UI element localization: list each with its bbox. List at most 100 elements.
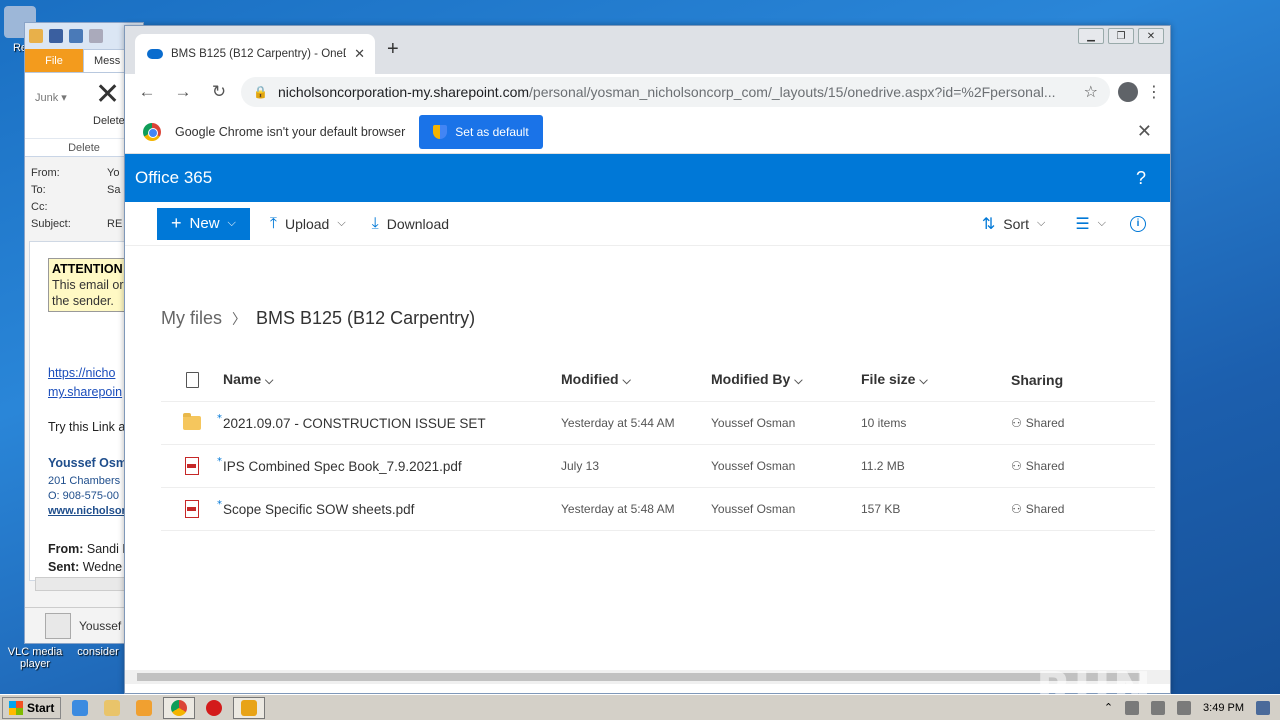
taskbar-ie[interactable] [67,697,93,719]
sharing-text: Shared [1025,459,1065,473]
tab-close-icon[interactable]: ✕ [354,46,365,62]
flag-icon[interactable] [1177,700,1192,715]
junk-button[interactable]: Junk ▾ [35,91,67,104]
back-icon[interactable]: ← [133,78,161,106]
taskbar-chrome[interactable] [163,696,196,719]
url-path: /personal/yosman_nicholsoncorp_com/_layo… [529,84,1056,100]
taskbar-explorer[interactable] [99,697,125,719]
table-row[interactable]: ⁎ IPS Combined Spec Book_7.9.2021.pdf Jul… [161,445,1155,488]
column-sharing-label: Sharing [1011,371,1064,388]
volume-icon[interactable] [1125,700,1140,715]
show-desktop-icon[interactable] [1256,700,1270,715]
file-name[interactable]: ⁎ 2021.09.07 - CONSTRUCTION ISSUE SET [217,410,561,431]
file-type-header[interactable] [161,371,223,388]
column-modified-by-label: Modified By [711,371,791,387]
help-icon[interactable]: ? [1136,168,1160,189]
download-button[interactable]: ⤓ Download [366,215,455,233]
tab-file[interactable]: File [25,49,83,72]
address-bar[interactable]: 🔒 nicholsoncorporation-my.sharepoint.com… [241,77,1110,107]
chrome-logo-icon [143,122,161,141]
file-type-cell [161,500,223,518]
close-button[interactable]: ✕ [1138,28,1164,44]
infobar-close-icon[interactable]: ✕ [1137,121,1152,142]
file-modified-by: Youssef Osman [711,459,796,473]
clock[interactable]: 3:49 PM [1203,702,1244,714]
view-options-button[interactable]: ☰ ⌵ [1069,214,1112,234]
profile-icon[interactable] [1118,82,1138,102]
chevron-down-icon: ⌵ [337,217,346,229]
file-table: Name ⌵ Modified ⌵ Modified By ⌵ File siz… [161,358,1155,531]
forward-icon[interactable]: → [169,78,197,106]
horizontal-scrollbar[interactable] [35,577,125,591]
menu-icon[interactable]: ⋮ [1146,82,1162,102]
file-type-cell [161,457,223,475]
browser-tab[interactable]: BMS B125 (B12 Carpentry) - OneDri ✕ [135,34,375,74]
desktop-icon-consider[interactable]: consider [70,646,126,658]
file-sharing: ⚇ Shared [1011,459,1151,473]
file-size: 11.2 MB [861,459,905,473]
sharepoint-link-continued[interactable]: my.sharepoin [48,385,122,399]
shared-people-icon: ⚇ [1011,459,1022,473]
column-modified-label: Modified [561,371,619,387]
new-button[interactable]: + New ⌵ [157,207,250,240]
file-name[interactable]: ⁎ Scope Specific SOW sheets.pdf [217,496,561,517]
mail-icon[interactable] [29,29,43,43]
start-button[interactable]: Start [2,696,62,719]
set-default-button[interactable]: Set as default [419,114,543,149]
breadcrumb-my-files[interactable]: My files [161,308,222,329]
file-modified-by: Youssef Osman [711,416,796,430]
window-controls: ▁ ❐ ✕ [1078,28,1164,44]
scrollbar-thumb[interactable] [137,673,1140,681]
new-item-icon: ⁎ [217,452,222,464]
column-modified[interactable]: Modified ⌵ [561,371,711,388]
taskbar-media-player[interactable] [131,697,157,719]
bookmark-star-icon[interactable]: ☆ [1084,82,1098,102]
delete-button[interactable]: Delete [93,115,125,127]
signature-website[interactable]: www.nicholsor [48,505,126,517]
quoted-from: From: Sandi K [48,542,131,556]
upload-icon: ⤒ [269,214,277,232]
file-type-icon [185,371,199,388]
to-value[interactable]: Sa [107,182,120,199]
save-icon[interactable] [49,29,63,43]
new-item-icon: ⁎ [217,409,222,421]
file-name-text: Scope Specific SOW sheets.pdf [223,501,415,517]
reload-icon[interactable]: ↻ [205,78,233,106]
desktop-icon-vlc[interactable]: VLC media player [0,646,70,670]
sort-button[interactable]: ⇅ Sort ⌵ [976,214,1051,234]
delete-x-icon[interactable]: ✕ [95,77,120,112]
sharepoint-link[interactable]: https://nicho [48,366,115,380]
outlook-icon [241,699,258,716]
upload-label: Upload [284,215,330,232]
file-name-text: IPS Combined Spec Book_7.9.2021.pdf [223,458,462,474]
taskbar-opera[interactable] [201,697,227,719]
chevron-down-icon: ⌵ [1036,217,1046,229]
file-modified-by: Youssef Osman [711,502,796,516]
column-name[interactable]: Name ⌵ [223,371,561,388]
restore-button[interactable]: ❐ [1108,28,1134,44]
info-icon[interactable]: i [1130,215,1146,232]
column-sharing[interactable]: Sharing [1011,372,1151,388]
column-modified-by[interactable]: Modified By ⌵ [711,371,861,388]
chevron-down-icon: ⌵ [794,375,803,387]
column-file-size[interactable]: File size ⌵ [861,371,1011,388]
table-row[interactable]: ⁎ 2021.09.07 - CONSTRUCTION ISSUE SET Yes… [161,402,1155,445]
quoted-sent: Sent: Wedne [48,560,122,574]
taskbar-outlook[interactable] [233,696,266,719]
system-tray: ⌃ 3:49 PM [1104,700,1280,715]
app-title[interactable]: Office 365 [135,168,212,188]
sort-icon: ⇅ [981,215,996,233]
tray-expand-icon[interactable]: ⌃ [1104,701,1113,714]
table-row[interactable]: ⁎ Scope Specific SOW sheets.pdf Yesterday… [161,488,1155,531]
list-view-icon: ☰ [1075,215,1090,233]
file-name[interactable]: ⁎ IPS Combined Spec Book_7.9.2021.pdf [217,453,561,474]
from-value[interactable]: Yo [107,165,119,182]
upload-button[interactable]: ⤒ Upload ⌵ [264,215,352,233]
network-icon[interactable] [1151,700,1166,715]
horizontal-scrollbar[interactable] [125,670,1170,684]
command-bar: + New ⌵ ⤒ Upload ⌵ ⤓ Download ⇅ Sort ⌵ ☰… [125,202,1170,246]
redo-icon[interactable] [89,29,103,43]
new-tab-icon[interactable]: + [387,38,399,61]
undo-icon[interactable] [69,29,83,43]
minimize-button[interactable]: ▁ [1078,28,1104,44]
